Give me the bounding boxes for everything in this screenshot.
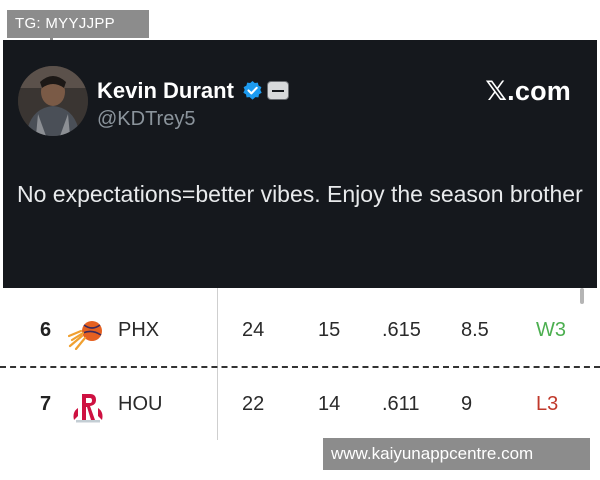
table-row[interactable]: 7 HOU 22 14 .611 9 L3 [0,386,600,423]
tweet-card: Kevin Durant @KDTrey5 𝕏.com No expectati… [3,40,597,288]
user-handle[interactable]: @KDTrey5 [97,108,195,131]
win-pct-cell: .615 [382,319,421,341]
games-behind-cell: 9 [461,393,473,415]
team-name-cell: PHX [118,319,160,341]
wins-cell: 24 [242,319,265,341]
scrollbar[interactable] [580,288,584,304]
suns-logo-icon [68,321,102,350]
win-pct-cell: .611 [382,393,420,415]
streak-cell: W3 [536,319,566,341]
losses-cell: 14 [318,393,341,415]
games-behind-cell: 8.5 [461,319,489,341]
rockets-logo-icon [73,394,103,423]
rank-cell: 7 [40,393,52,415]
wins-cell: 22 [242,393,265,415]
telegram-tag: TG: MYYJJPP [7,10,149,38]
avatar-image [18,66,88,136]
avatar[interactable] [18,66,88,136]
watermark-url: www.kaiyunappcentre.com [323,438,590,470]
table-row[interactable]: 6 PHX 24 15 .615 8.5 W3 [0,312,600,350]
row-divider [0,366,600,368]
team-name-cell: HOU [118,393,163,415]
tweet-text: No expectations=better vibes. Enjoy the … [17,181,583,207]
rank-cell: 6 [40,319,52,341]
x-com-label: 𝕏.com [485,76,571,106]
standings-table: 6 PHX 24 15 .615 8.5 W3 7 HOU 22 14 .611… [0,288,600,440]
losses-cell: 15 [318,319,341,341]
affiliate-badge-icon [267,81,289,100]
streak-cell: L3 [536,393,559,415]
verified-badge-icon [243,80,262,100]
display-name[interactable]: Kevin Durant [97,78,234,104]
